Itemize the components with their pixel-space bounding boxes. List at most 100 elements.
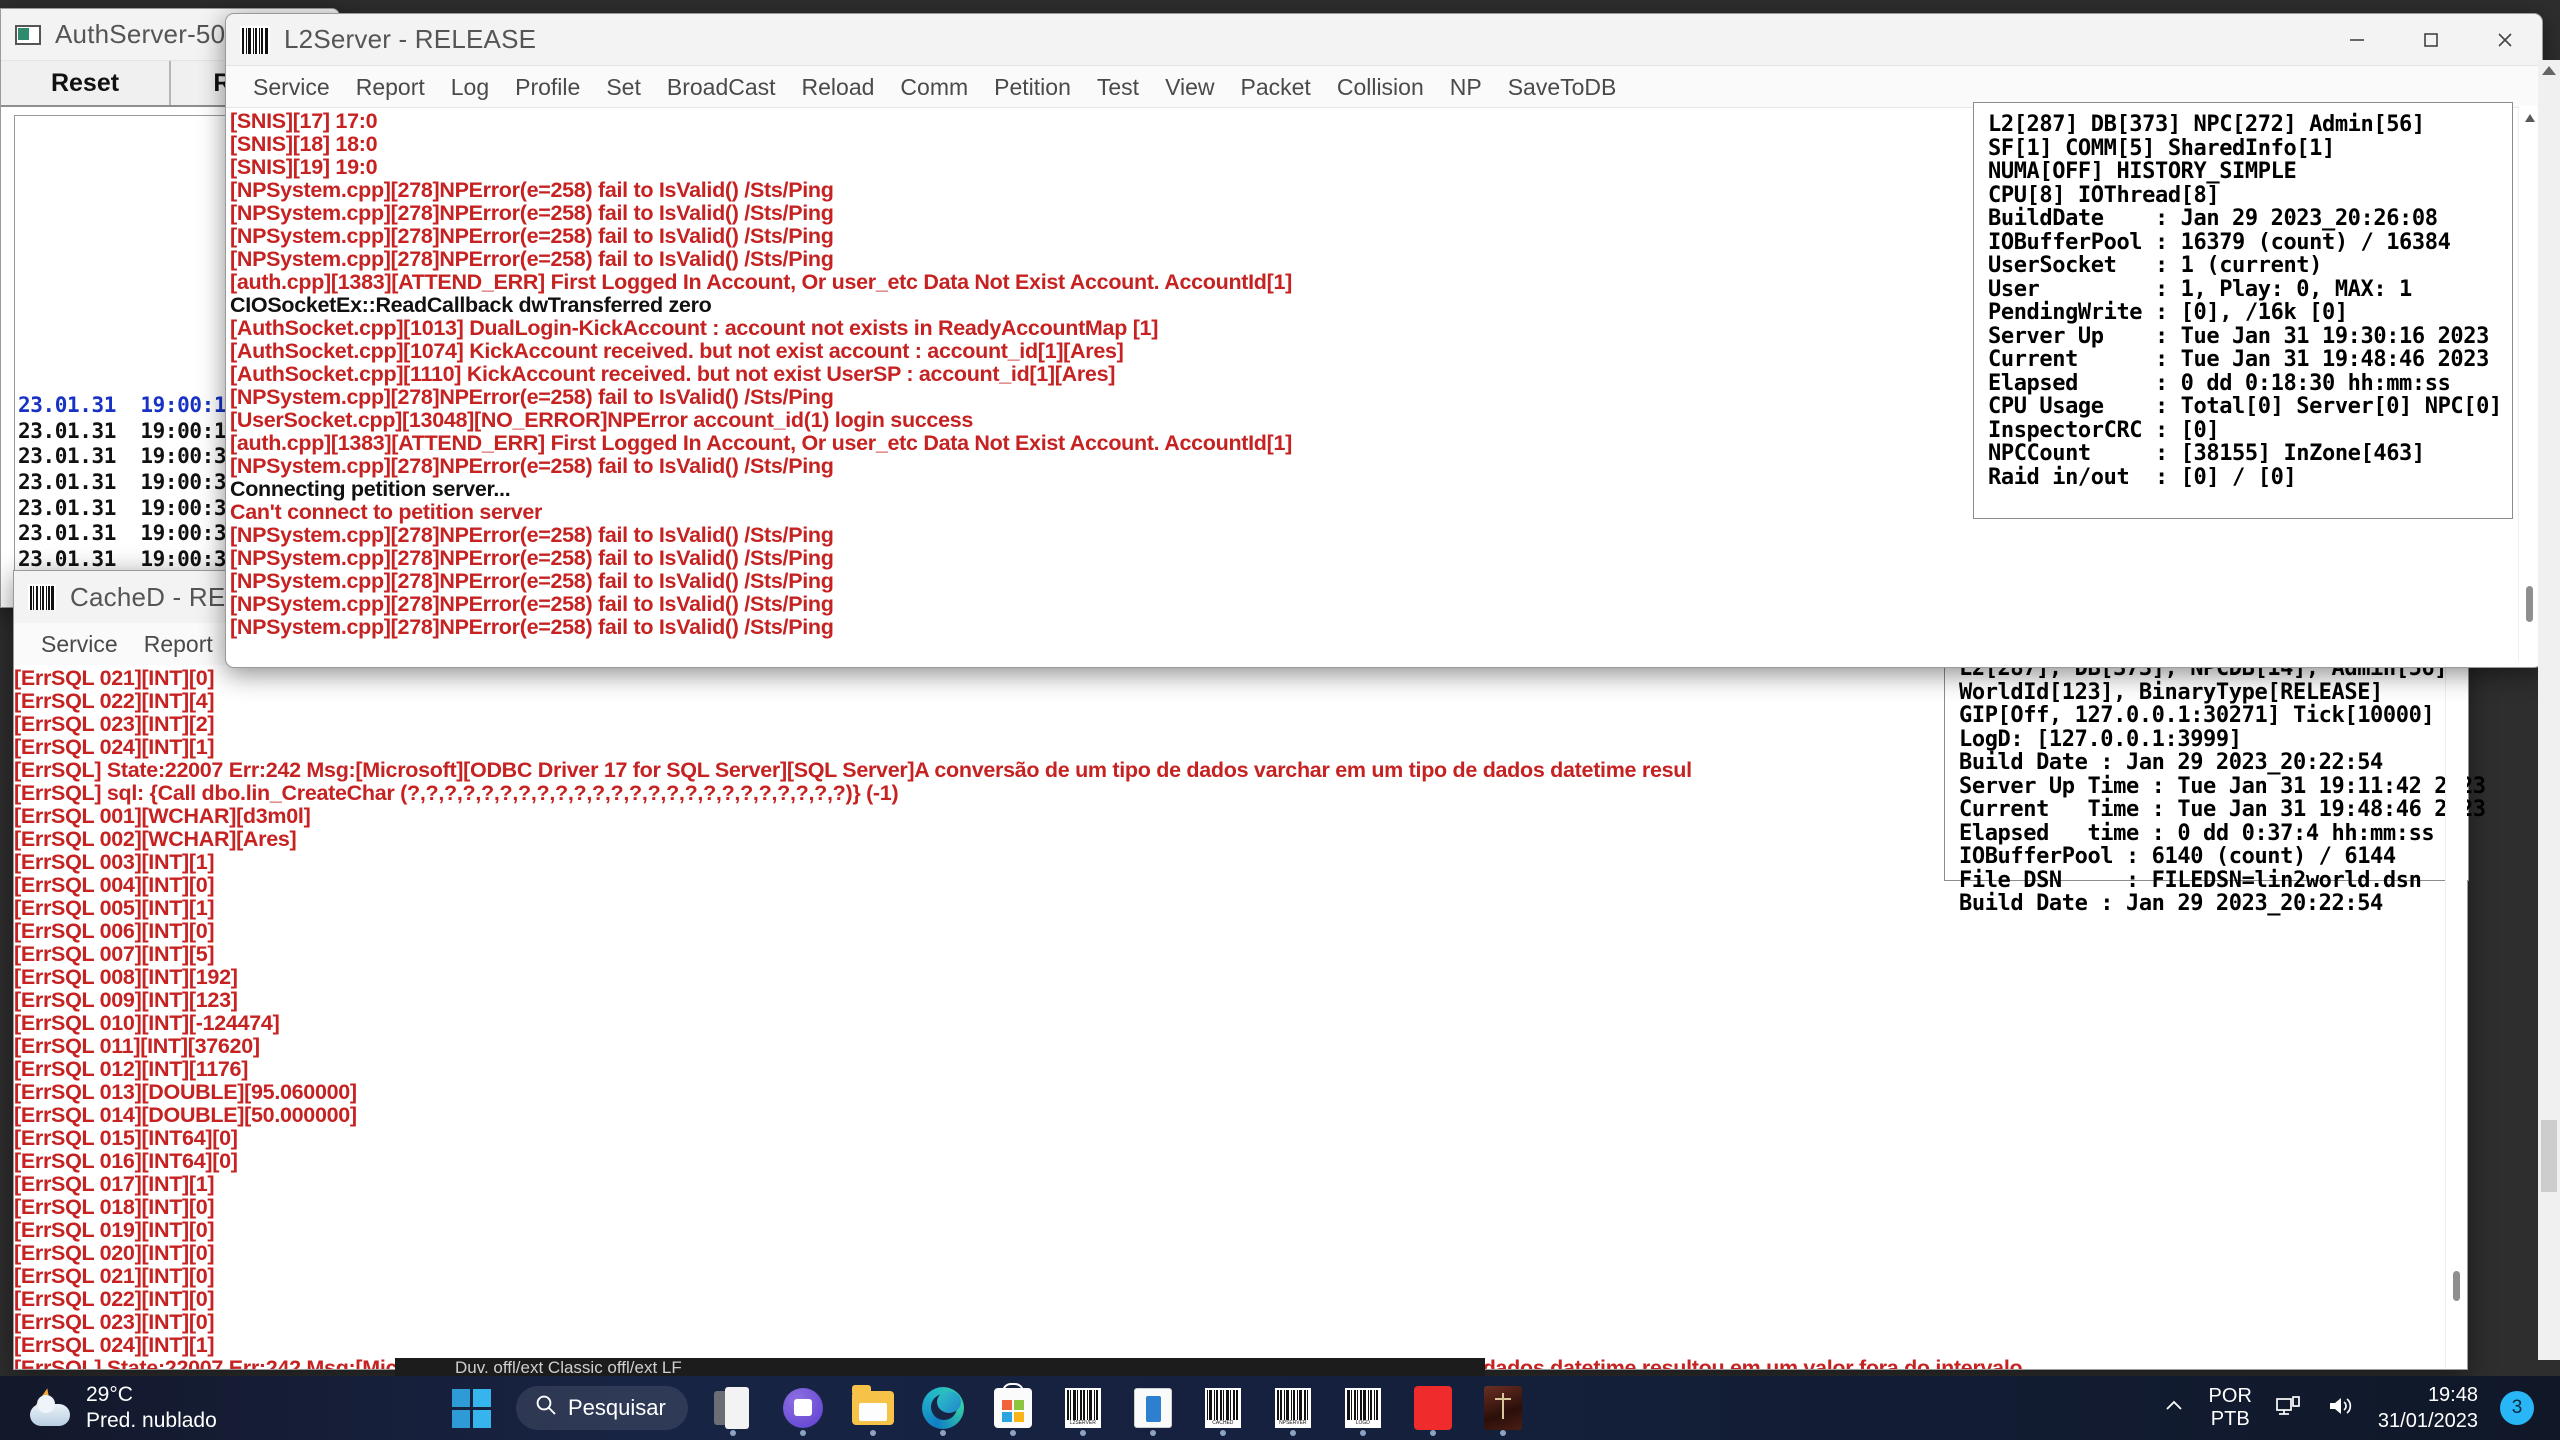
task-view-button[interactable] (702, 1377, 764, 1439)
barcode-icon (28, 584, 56, 610)
start-button[interactable] (440, 1377, 502, 1439)
lineage-icon (1483, 1386, 1522, 1430)
barcode-icon: NPSERVER (1274, 1388, 1311, 1428)
info-line: PendingWrite : [0], /16k [0] (1988, 300, 2348, 325)
l2server-info-panel: L2[287] DB[373] NPC[272] Admin[56] SF[1] … (1973, 102, 2513, 519)
info-line: WorldId[123], BinaryType[RELEASE] (1959, 679, 2383, 705)
maximize-button[interactable] (2394, 14, 2468, 65)
authserver-taskbar-button[interactable] (1122, 1377, 1184, 1439)
red-app-taskbar-button[interactable] (1402, 1377, 1464, 1439)
l2server-title: L2Server - RELEASE (284, 24, 537, 54)
npserver-taskbar-button[interactable]: NPSERVER (1262, 1377, 1324, 1439)
cached-scroll-thumb[interactable] (2453, 1271, 2460, 1301)
l2server-taskbar-button[interactable]: L2SERVER (1052, 1377, 1114, 1439)
desktop-scroll-thumb[interactable] (2541, 1120, 2557, 1192)
barcode-icon (240, 25, 270, 54)
logd-taskbar-button[interactable]: LOGD (1332, 1377, 1394, 1439)
info-line: SF[1] COMM[5] SharedInfo[1] (1988, 135, 2335, 161)
background-window-caption[interactable]: Duv. offl/ext Classic offl/ext LF (395, 1358, 1485, 1378)
running-indicator (799, 1430, 806, 1436)
log-line: [ErrSQL 017][INT][1] (14, 1172, 215, 1196)
desktop-scrollbar[interactable] (2538, 60, 2560, 1360)
running-indicator (1359, 1430, 1366, 1436)
running-indicator (729, 1430, 736, 1436)
menu-service[interactable]: Service (240, 66, 343, 108)
running-indicator (1289, 1430, 1296, 1436)
menu-test[interactable]: Test (1084, 66, 1152, 108)
chevron-up-icon[interactable] (2161, 1393, 2187, 1424)
menu-cached-report[interactable]: Report (131, 623, 226, 665)
search-icon (534, 1393, 558, 1423)
task-view-icon (713, 1387, 752, 1429)
l2server-titlebar[interactable]: L2Server - RELEASE (226, 14, 2542, 66)
menu-broadcast[interactable]: BroadCast (654, 66, 789, 108)
menu-profile[interactable]: Profile (502, 66, 593, 108)
chat-button[interactable] (772, 1377, 834, 1439)
running-indicator (939, 1430, 946, 1436)
cached-window[interactable]: CacheD - RELEASE Service Report Log P [E… (13, 570, 2486, 1370)
lineage-taskbar-button[interactable] (1472, 1377, 1534, 1439)
menu-packet[interactable]: Packet (1228, 66, 1324, 108)
reset-button[interactable]: Reset (1, 61, 171, 105)
edge-button[interactable] (912, 1377, 974, 1439)
menu-reload[interactable]: Reload (789, 66, 888, 108)
language-indicator[interactable]: POR PTB (2209, 1385, 2252, 1431)
cached-vertical-scrollbar[interactable] (2445, 571, 2467, 1369)
language-top: POR (2208, 1385, 2252, 1407)
l2server-window[interactable]: L2Server - RELEASE Service Report Log Profi… (225, 13, 2543, 668)
menu-collision[interactable]: Collision (1324, 66, 1437, 108)
search-button[interactable]: Pesquisar (516, 1386, 688, 1430)
weather-description: Pred. nublado (86, 1409, 217, 1432)
minimize-button[interactable] (2320, 14, 2394, 65)
log-line: [ErrSQL 012][INT][1176] (14, 1057, 249, 1081)
notification-badge[interactable]: 3 (2500, 1391, 2534, 1425)
file-explorer-button[interactable] (842, 1377, 904, 1439)
log-line: [ErrSQL 021][INT][0] (14, 1264, 215, 1288)
info-line: Current Time : Tue Jan 31 19:48:46 2023 (1959, 797, 2486, 822)
close-button[interactable] (2468, 14, 2542, 65)
info-line: Elapsed : 0 dd 0:18:30 hh:mm:ss (1988, 370, 2451, 396)
menu-petition[interactable]: Petition (981, 66, 1084, 108)
menu-log[interactable]: Log (438, 66, 502, 108)
desktop: AuthServer-50721 (Ja Reset Reload 23.01.… (0, 0, 2560, 1440)
menu-report[interactable]: Report (343, 66, 438, 108)
menu-comm[interactable]: Comm (887, 66, 981, 108)
clock-date: 31/01/2023 (2377, 1410, 2478, 1432)
menu-set[interactable]: Set (593, 66, 654, 108)
log-line: [NPSystem.cpp][278]NPError(e=258) fail t… (230, 615, 834, 639)
log-line: [ErrSQL 020][INT][0] (14, 1241, 215, 1265)
weather-temperature: 29°C (86, 1382, 133, 1406)
l2server-scroll-thumb[interactable] (2526, 586, 2533, 622)
log-line: [ErrSQL 014][DOUBLE][50.000000] (14, 1103, 357, 1127)
log-line: [NPSystem.cpp][278]NPError(e=258) fail t… (230, 569, 834, 593)
volume-icon[interactable] (2326, 1393, 2356, 1424)
info-line: NUMA[OFF] HISTORY_SIMPLE (1988, 159, 2297, 184)
clock[interactable]: 19:48 31/01/2023 (2378, 1382, 2478, 1434)
info-line: Build Date : Jan 29 2023_20:22:54 (1959, 891, 2383, 916)
menu-view[interactable]: View (1152, 66, 1227, 108)
info-line: File DSN : FILEDSN=lin2world.dsn (1959, 867, 2422, 893)
menu-cached-service[interactable]: Service (28, 623, 131, 665)
weather-widget[interactable]: 29°C Pred. nublado (0, 1382, 440, 1435)
log-line: [ErrSQL 010][INT][-124474] (14, 1011, 280, 1035)
log-line: [ErrSQL 008][INT][192] (14, 965, 238, 989)
log-line: [NPSystem.cpp][278]NPError(e=258) fail t… (230, 546, 834, 570)
l2server-vertical-scrollbar[interactable] (2518, 106, 2540, 661)
scroll-up-arrow[interactable] (2524, 110, 2536, 122)
info-line: Current : Tue Jan 31 19:48:46 2023 (1988, 347, 2489, 372)
cached-taskbar-button[interactable]: CACHED (1192, 1377, 1254, 1439)
scroll-up-arrow-icon[interactable] (2542, 66, 2556, 75)
info-line: User : 1, Play: 0, MAX: 1 (1988, 276, 2412, 302)
info-line: NPCCount : [38155] InZone[463] (1988, 441, 2425, 466)
menu-savetodb[interactable]: SaveToDB (1495, 66, 1630, 108)
barcode-icon: CACHED (1204, 1388, 1241, 1428)
search-label: Pesquisar (568, 1395, 666, 1420)
auth-icon (1133, 1388, 1172, 1428)
log-line: [ErrSQL 023][INT][0] (14, 1310, 215, 1334)
network-icon[interactable] (2274, 1393, 2304, 1424)
background-window-title: Duv. offl/ext Classic offl/ext LF (455, 1358, 682, 1377)
log-line: [ErrSQL 019][INT][0] (14, 1218, 215, 1242)
microsoft-store-button[interactable] (982, 1377, 1044, 1439)
menu-np[interactable]: NP (1437, 66, 1495, 108)
red-square-icon (1413, 1386, 1452, 1430)
